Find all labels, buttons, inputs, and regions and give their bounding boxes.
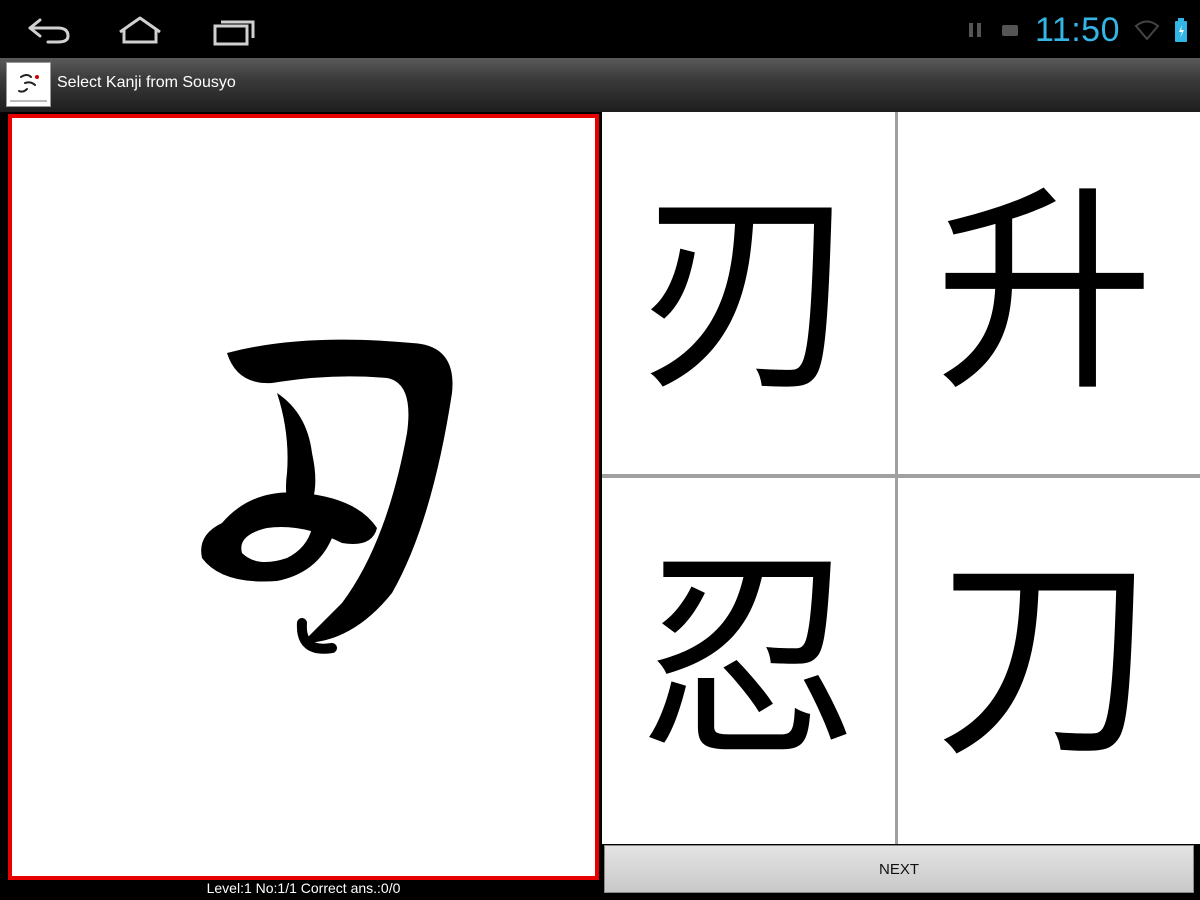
choice-4[interactable]: 刀	[898, 478, 1191, 840]
choice-3-kanji: 忍	[638, 531, 859, 787]
next-button[interactable]: NEXT	[604, 845, 1194, 893]
status-icons: 11:50	[965, 6, 1188, 54]
sousyo-kanji-image	[201, 339, 453, 654]
main-content: 刃 升 忍 刀 NEXT Level:1 No:1/1 Correct ans.…	[0, 112, 1200, 900]
choice-2[interactable]: 升	[898, 112, 1191, 474]
question-panel	[8, 114, 599, 880]
grid-divider-vertical	[895, 112, 898, 844]
back-icon	[28, 18, 70, 44]
action-bar: Select Kanji from Sousyo	[0, 58, 1200, 112]
choice-3[interactable]: 忍	[602, 478, 895, 840]
choice-grid: 刃 升 忍 刀	[602, 112, 1200, 844]
progress-status: Level:1 No:1/1 Correct ans.:0/0	[206, 880, 401, 896]
grid-divider-horizontal	[602, 474, 1200, 478]
calligraphy-app-icon	[10, 74, 47, 102]
battery-icon	[1175, 18, 1187, 42]
back-button[interactable]	[18, 10, 78, 50]
home-icon	[119, 16, 161, 44]
app-title: Select Kanji from Sousyo	[57, 74, 236, 91]
clock: 11:50	[1034, 10, 1120, 49]
app-icon[interactable]	[6, 62, 51, 107]
recent-apps-icon	[213, 20, 255, 46]
choice-1-kanji: 刃	[638, 165, 859, 421]
notification-icon	[1001, 25, 1018, 36]
choice-4-kanji: 刀	[934, 531, 1155, 787]
recent-apps-button[interactable]	[205, 10, 265, 50]
system-status-bar: 11:50	[0, 0, 1200, 58]
wifi-icon	[1134, 20, 1160, 41]
choice-1[interactable]: 刃	[602, 112, 895, 474]
pause-icon	[968, 23, 981, 37]
home-button[interactable]	[110, 10, 170, 50]
choice-2-kanji: 升	[934, 165, 1155, 421]
